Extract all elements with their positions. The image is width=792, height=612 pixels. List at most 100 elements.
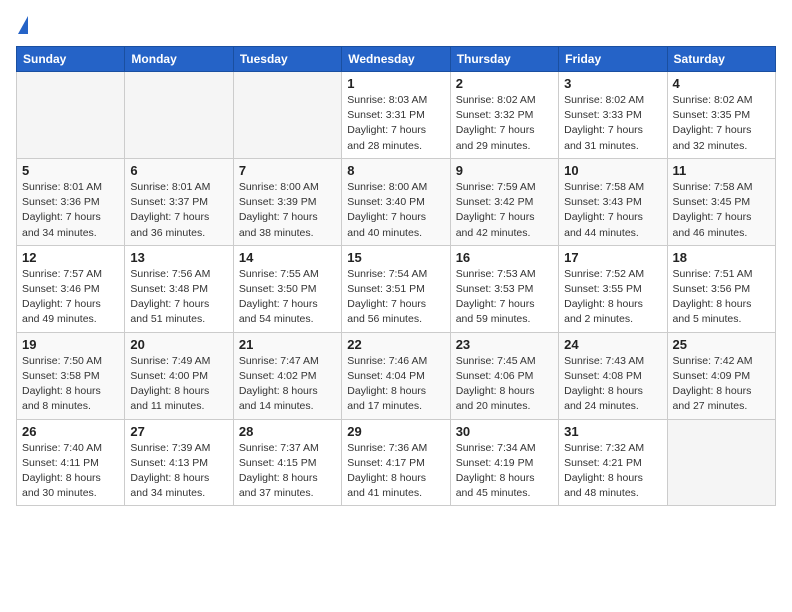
calendar-day-cell: 15Sunrise: 7:54 AM Sunset: 3:51 PM Dayli… [342, 245, 450, 332]
calendar-week-row: 12 Sunrise: 7:57 AM Sunset: 3:46 PM Dayli… [17, 245, 776, 332]
calendar-day-cell: 22 Sunrise: 7:46 AM Sunset: 4:04 PM Dayli… [342, 332, 450, 419]
calendar-day-cell: 11 Sunrise: 7:58 AM Sunset: 3:45 PM Dayli… [667, 158, 775, 245]
day-number: 29 [347, 424, 444, 439]
day-number: 12 [22, 250, 119, 265]
calendar-day-cell: 1 Sunrise: 8:03 AM Sunset: 3:31 PM Daylig… [342, 72, 450, 159]
logo-triangle-icon [18, 16, 28, 34]
weekday-header-saturday: Saturday [667, 47, 775, 72]
day-info: Sunrise: 8:01 AM Sunset: 3:37 PM Dayligh… [130, 180, 227, 241]
day-number: 4 [673, 76, 770, 91]
day-info: Sunrise: 7:50 AM Sunset: 3:58 PM Dayligh… [22, 354, 119, 415]
day-info: Sunrise: 7:45 AM Sunset: 4:06 PM Dayligh… [456, 354, 553, 415]
weekday-header-thursday: Thursday [450, 47, 558, 72]
day-number: 11 [673, 163, 770, 178]
day-info: Sunrise: 8:00 AM Sunset: 3:40 PM Dayligh… [347, 180, 444, 241]
calendar-week-row: 5 Sunrise: 8:01 AM Sunset: 3:36 PM Daylig… [17, 158, 776, 245]
day-number: 21 [239, 337, 336, 352]
calendar-day-cell: 8 Sunrise: 8:00 AM Sunset: 3:40 PM Daylig… [342, 158, 450, 245]
day-number: 18 [673, 250, 770, 265]
day-info: Sunrise: 7:52 AM Sunset: 3:55 PM Dayligh… [564, 267, 661, 328]
calendar-day-cell: 5 Sunrise: 8:01 AM Sunset: 3:36 PM Daylig… [17, 158, 125, 245]
day-info: Sunrise: 7:49 AM Sunset: 4:00 PM Dayligh… [130, 354, 227, 415]
calendar-day-cell: 14Sunrise: 7:55 AM Sunset: 3:50 PM Dayli… [233, 245, 341, 332]
day-number: 3 [564, 76, 661, 91]
calendar-day-cell: 17Sunrise: 7:52 AM Sunset: 3:55 PM Dayli… [559, 245, 667, 332]
day-number: 27 [130, 424, 227, 439]
calendar-day-cell: 18 Sunrise: 7:51 AM Sunset: 3:56 PM Dayli… [667, 245, 775, 332]
calendar-week-row: 26 Sunrise: 7:40 AM Sunset: 4:11 PM Dayli… [17, 419, 776, 506]
calendar-day-cell [233, 72, 341, 159]
calendar-day-cell: 20 Sunrise: 7:49 AM Sunset: 4:00 PM Dayli… [125, 332, 233, 419]
day-info: Sunrise: 8:00 AM Sunset: 3:39 PM Dayligh… [239, 180, 336, 241]
weekday-header-sunday: Sunday [17, 47, 125, 72]
calendar-day-cell: 23 Sunrise: 7:45 AM Sunset: 4:06 PM Dayli… [450, 332, 558, 419]
day-info: Sunrise: 7:46 AM Sunset: 4:04 PM Dayligh… [347, 354, 444, 415]
day-info: Sunrise: 7:58 AM Sunset: 3:45 PM Dayligh… [673, 180, 770, 241]
day-info: Sunrise: 7:53 AM Sunset: 3:53 PM Dayligh… [456, 267, 553, 328]
day-number: 13 [130, 250, 227, 265]
day-number: 2 [456, 76, 553, 91]
calendar-day-cell [667, 419, 775, 506]
day-number: 24 [564, 337, 661, 352]
calendar-day-cell: 21Sunrise: 7:47 AM Sunset: 4:02 PM Dayli… [233, 332, 341, 419]
day-number: 16 [456, 250, 553, 265]
day-number: 8 [347, 163, 444, 178]
day-number: 9 [456, 163, 553, 178]
day-number: 5 [22, 163, 119, 178]
day-number: 20 [130, 337, 227, 352]
day-number: 26 [22, 424, 119, 439]
logo [16, 16, 28, 34]
day-info: Sunrise: 8:01 AM Sunset: 3:36 PM Dayligh… [22, 180, 119, 241]
calendar-table: SundayMondayTuesdayWednesdayThursdayFrid… [16, 46, 776, 506]
day-info: Sunrise: 7:58 AM Sunset: 3:43 PM Dayligh… [564, 180, 661, 241]
calendar-day-cell: 7 Sunrise: 8:00 AM Sunset: 3:39 PM Daylig… [233, 158, 341, 245]
calendar-day-cell: 2 Sunrise: 8:02 AM Sunset: 3:32 PM Daylig… [450, 72, 558, 159]
day-info: Sunrise: 7:59 AM Sunset: 3:42 PM Dayligh… [456, 180, 553, 241]
day-number: 22 [347, 337, 444, 352]
calendar-week-row: 19 Sunrise: 7:50 AM Sunset: 3:58 PM Dayli… [17, 332, 776, 419]
day-info: Sunrise: 7:51 AM Sunset: 3:56 PM Dayligh… [673, 267, 770, 328]
day-number: 30 [456, 424, 553, 439]
day-info: Sunrise: 7:57 AM Sunset: 3:46 PM Dayligh… [22, 267, 119, 328]
calendar-day-cell: 24Sunrise: 7:43 AM Sunset: 4:08 PM Dayli… [559, 332, 667, 419]
day-info: Sunrise: 7:34 AM Sunset: 4:19 PM Dayligh… [456, 441, 553, 502]
day-number: 28 [239, 424, 336, 439]
calendar-day-cell: 6 Sunrise: 8:01 AM Sunset: 3:37 PM Daylig… [125, 158, 233, 245]
calendar-day-cell: 25Sunrise: 7:42 AM Sunset: 4:09 PM Dayli… [667, 332, 775, 419]
calendar-day-cell: 12 Sunrise: 7:57 AM Sunset: 3:46 PM Dayli… [17, 245, 125, 332]
calendar-day-cell: 16 Sunrise: 7:53 AM Sunset: 3:53 PM Dayli… [450, 245, 558, 332]
calendar-day-cell: 31Sunrise: 7:32 AM Sunset: 4:21 PM Dayli… [559, 419, 667, 506]
calendar-day-cell [125, 72, 233, 159]
day-info: Sunrise: 8:02 AM Sunset: 3:32 PM Dayligh… [456, 93, 553, 154]
weekday-header-friday: Friday [559, 47, 667, 72]
weekday-header-wednesday: Wednesday [342, 47, 450, 72]
calendar-week-row: 1 Sunrise: 8:03 AM Sunset: 3:31 PM Daylig… [17, 72, 776, 159]
calendar-day-cell: 26 Sunrise: 7:40 AM Sunset: 4:11 PM Dayli… [17, 419, 125, 506]
calendar-day-cell: 30 Sunrise: 7:34 AM Sunset: 4:19 PM Dayli… [450, 419, 558, 506]
day-info: Sunrise: 8:03 AM Sunset: 3:31 PM Dayligh… [347, 93, 444, 154]
day-info: Sunrise: 7:54 AM Sunset: 3:51 PM Dayligh… [347, 267, 444, 328]
day-number: 6 [130, 163, 227, 178]
day-number: 23 [456, 337, 553, 352]
weekday-header-monday: Monday [125, 47, 233, 72]
day-number: 1 [347, 76, 444, 91]
day-number: 7 [239, 163, 336, 178]
calendar-day-cell: 29Sunrise: 7:36 AM Sunset: 4:17 PM Dayli… [342, 419, 450, 506]
calendar-day-cell: 27Sunrise: 7:39 AM Sunset: 4:13 PM Dayli… [125, 419, 233, 506]
calendar-day-cell: 9 Sunrise: 7:59 AM Sunset: 3:42 PM Daylig… [450, 158, 558, 245]
day-info: Sunrise: 8:02 AM Sunset: 3:33 PM Dayligh… [564, 93, 661, 154]
day-number: 10 [564, 163, 661, 178]
day-number: 19 [22, 337, 119, 352]
day-info: Sunrise: 7:32 AM Sunset: 4:21 PM Dayligh… [564, 441, 661, 502]
day-info: Sunrise: 8:02 AM Sunset: 3:35 PM Dayligh… [673, 93, 770, 154]
page-header [16, 16, 776, 34]
calendar-header-row: SundayMondayTuesdayWednesdayThursdayFrid… [17, 47, 776, 72]
day-info: Sunrise: 7:40 AM Sunset: 4:11 PM Dayligh… [22, 441, 119, 502]
calendar-day-cell [17, 72, 125, 159]
day-info: Sunrise: 7:56 AM Sunset: 3:48 PM Dayligh… [130, 267, 227, 328]
day-info: Sunrise: 7:42 AM Sunset: 4:09 PM Dayligh… [673, 354, 770, 415]
calendar-day-cell: 10 Sunrise: 7:58 AM Sunset: 3:43 PM Dayli… [559, 158, 667, 245]
day-info: Sunrise: 7:37 AM Sunset: 4:15 PM Dayligh… [239, 441, 336, 502]
calendar-day-cell: 13 Sunrise: 7:56 AM Sunset: 3:48 PM Dayli… [125, 245, 233, 332]
calendar-day-cell: 3 Sunrise: 8:02 AM Sunset: 3:33 PM Daylig… [559, 72, 667, 159]
